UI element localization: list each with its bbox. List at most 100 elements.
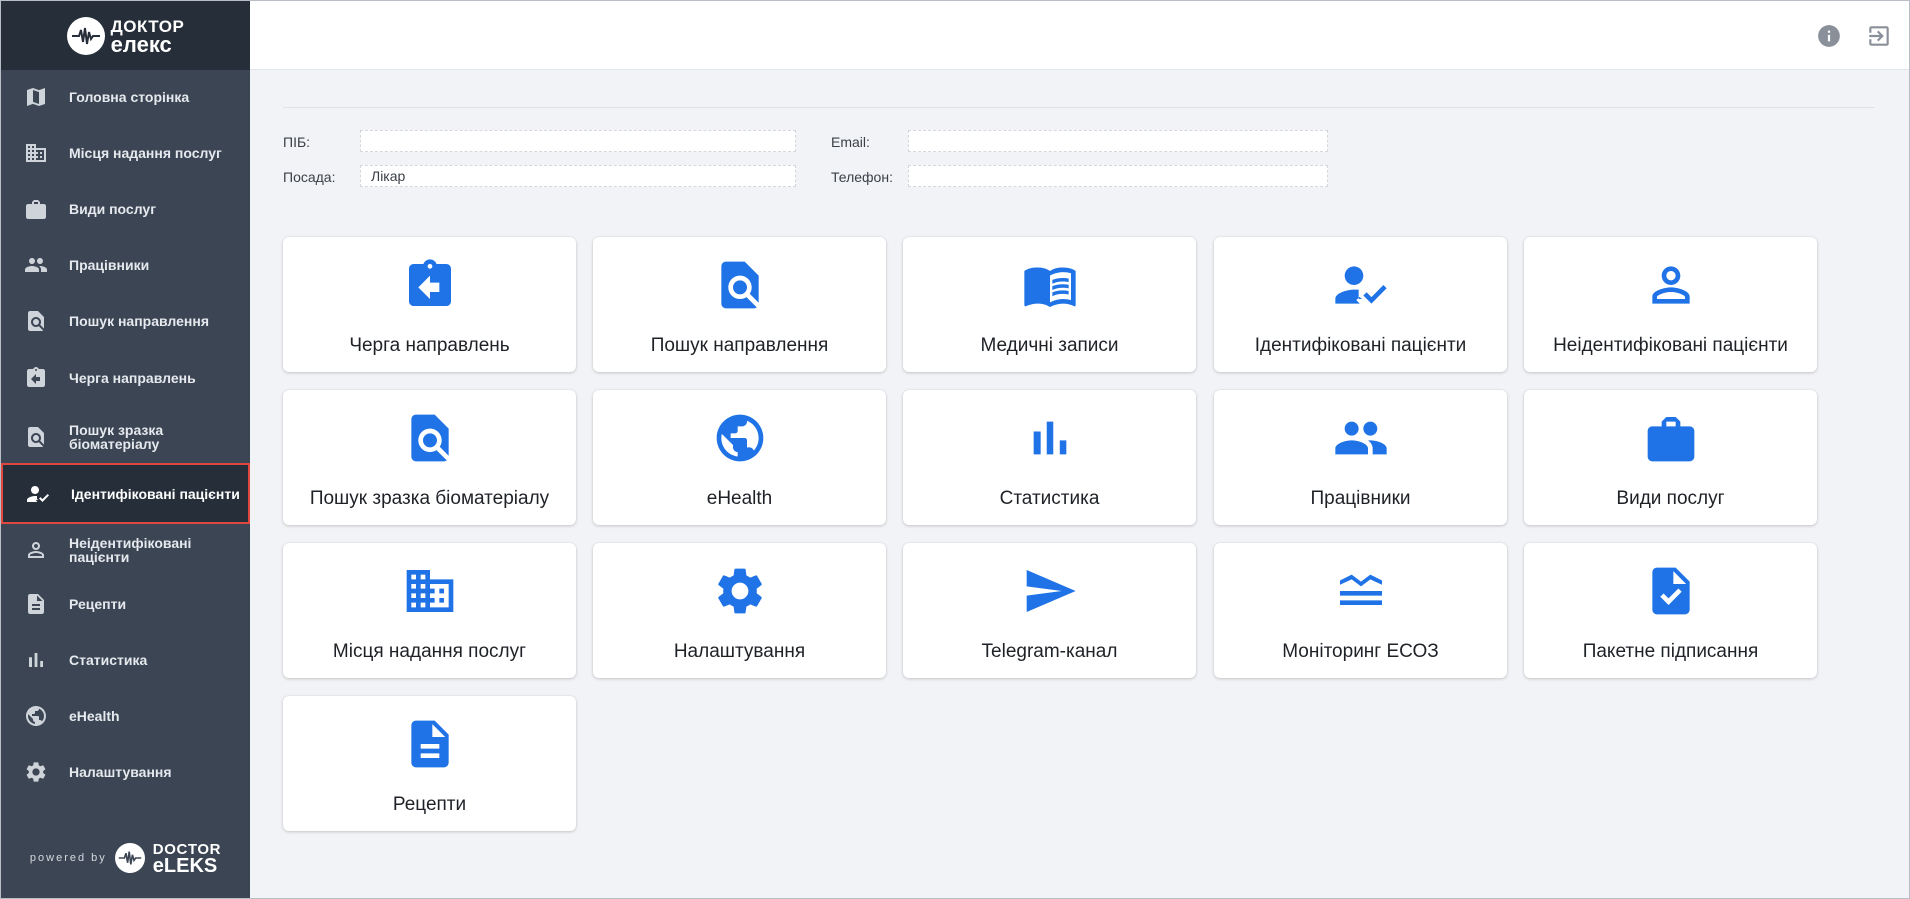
phone-field[interactable] xyxy=(908,165,1328,187)
tile-prescriptions[interactable]: Рецепти xyxy=(283,696,576,831)
person-check-icon xyxy=(1333,257,1389,313)
position-label: Посада: xyxy=(283,169,336,185)
position-field[interactable] xyxy=(360,165,796,187)
tile-label: Місця надання послуг xyxy=(332,641,527,662)
sidebar-item-label: Черга направлень xyxy=(69,370,196,386)
sidebar-item-label: Неідентифіковані пацієнти xyxy=(69,535,192,565)
tile-unidentified-patients[interactable]: Неідентифіковані пацієнти xyxy=(1524,237,1817,372)
globe-icon xyxy=(712,410,768,466)
sidebar-item-label: Пошук направлення xyxy=(69,313,209,329)
tile-esoz-monitoring[interactable]: Моніторинг ЕСОЗ xyxy=(1214,543,1507,678)
logout-icon[interactable] xyxy=(1866,23,1892,49)
powered-by: powered by DOCTOR eLEKS xyxy=(1,842,250,877)
logo-text: ДОКТОР елекс xyxy=(110,17,185,57)
tile-referral-queue[interactable]: Черга направлень xyxy=(283,237,576,372)
bar-chart-icon xyxy=(24,648,48,672)
tile-label: Медичні записи xyxy=(980,335,1119,356)
sidebar-item-service-locations[interactable]: Місця надання послуг xyxy=(1,133,250,173)
sidebar-item-service-types[interactable]: Види послуг xyxy=(1,189,250,229)
tile-referral-search[interactable]: Пошук направлення xyxy=(593,237,886,372)
logo-line-2: елекс xyxy=(110,31,172,57)
sidebar-item-identified-patients[interactable]: Ідентифіковані пацієнти xyxy=(1,463,250,524)
powered-by-text: powered by xyxy=(29,852,107,864)
search-document-icon xyxy=(712,257,768,313)
open-book-icon xyxy=(1022,257,1078,313)
sidebar-item-settings[interactable]: Налаштування xyxy=(1,752,250,792)
tile-label: Неідентифіковані пацієнти xyxy=(1553,335,1788,356)
tile-label: Ідентифіковані пацієнти xyxy=(1254,335,1467,356)
briefcase-icon xyxy=(24,197,48,221)
tile-label: Пошук зразка біоматеріалу xyxy=(309,488,550,509)
tile-label: Рецепти xyxy=(392,794,467,815)
tile-service-types[interactable]: Види послуг xyxy=(1524,390,1817,525)
email-field[interactable] xyxy=(908,130,1328,152)
sidebar-item-referral-search[interactable]: Пошук направлення xyxy=(1,301,250,341)
tile-label: Пакетне підписання xyxy=(1582,641,1759,662)
name-field[interactable] xyxy=(360,130,796,152)
sidebar-item-label: Місця надання послуг xyxy=(69,145,222,161)
sidebar-item-biomaterial-search[interactable]: Пошук зразка біоматеріалу xyxy=(1,415,250,459)
info-icon[interactable] xyxy=(1816,23,1842,49)
sidebar-item-ehealth[interactable]: eHealth xyxy=(1,696,250,736)
search-document-icon xyxy=(24,425,48,449)
tile-label: Види послуг xyxy=(1616,488,1725,509)
tile-ehealth[interactable]: eHealth xyxy=(593,390,886,525)
briefcase-icon xyxy=(1643,410,1699,466)
tile-statistics[interactable]: Статистика xyxy=(903,390,1196,525)
sidebar-item-label: eHealth xyxy=(69,708,120,724)
search-document-icon xyxy=(24,309,48,333)
building-icon xyxy=(24,141,48,165)
sidebar-item-referral-queue[interactable]: Черга направлень xyxy=(1,358,250,398)
send-icon xyxy=(1022,563,1078,619)
tile-employees[interactable]: Працівники xyxy=(1214,390,1507,525)
people-icon xyxy=(24,253,48,277)
sidebar-item-prescriptions[interactable]: Рецепти xyxy=(1,584,250,624)
tile-medical-records[interactable]: Медичні записи xyxy=(903,237,1196,372)
bar-chart-icon xyxy=(1022,410,1078,466)
phone-label: Телефон: xyxy=(831,169,893,185)
gear-icon xyxy=(24,760,48,784)
powered-brand-line-2: eLEKS xyxy=(152,855,218,877)
tile-telegram-channel[interactable]: Telegram-канал xyxy=(903,543,1196,678)
tile-service-locations[interactable]: Місця надання послуг xyxy=(283,543,576,678)
person-outline-icon xyxy=(1643,257,1699,313)
clipboard-arrow-icon xyxy=(24,366,48,390)
sidebar-item-home[interactable]: Головна сторінка xyxy=(1,77,250,117)
sidebar-item-unidentified-patients[interactable]: Неідентифіковані пацієнти xyxy=(1,528,250,572)
logo[interactable]: ДОКТОР елекс xyxy=(1,1,250,70)
document-icon xyxy=(24,592,48,616)
tile-settings[interactable]: Налаштування xyxy=(593,543,886,678)
top-bar xyxy=(250,1,1909,70)
tile-label: eHealth xyxy=(706,488,773,509)
search-document-icon xyxy=(402,410,458,466)
sidebar-item-employees[interactable]: Працівники xyxy=(1,245,250,285)
sidebar: ДОКТОР елекс Головна сторінка Місця нада… xyxy=(1,1,250,898)
sidebar-item-label: Ідентифіковані пацієнти xyxy=(71,485,240,502)
clipboard-arrow-icon xyxy=(402,257,458,313)
sidebar-item-label: Налаштування xyxy=(69,764,172,780)
tile-batch-signing[interactable]: Пакетне підписання xyxy=(1524,543,1817,678)
logo-mark-icon xyxy=(66,16,105,55)
building-icon xyxy=(402,563,458,619)
sidebar-item-label: Працівники xyxy=(69,257,150,273)
sidebar-item-label: Пошук зразка біоматеріалу xyxy=(69,422,164,452)
tile-label: Черга направлень xyxy=(349,335,510,356)
tile-biomaterial-search[interactable]: Пошук зразка біоматеріалу xyxy=(283,390,576,525)
sidebar-item-label: Рецепти xyxy=(69,596,127,612)
tile-identified-patients[interactable]: Ідентифіковані пацієнти xyxy=(1214,237,1507,372)
sidebar-item-label: Статистика xyxy=(69,652,148,668)
map-icon xyxy=(24,85,48,109)
globe-icon xyxy=(24,704,48,728)
tile-label: Моніторинг ЕСОЗ xyxy=(1282,641,1439,662)
powered-brand: DOCTOR eLEKS xyxy=(152,842,221,877)
person-outline-icon xyxy=(24,538,48,562)
sidebar-item-label: Головна сторінка xyxy=(69,89,190,105)
sidebar-item-label: Види послуг xyxy=(69,201,157,217)
tile-label: Статистика xyxy=(999,488,1100,509)
gear-icon xyxy=(712,563,768,619)
person-check-icon xyxy=(26,482,50,506)
tile-label: Налаштування xyxy=(673,641,806,662)
name-label: ПІБ: xyxy=(283,134,311,150)
monitoring-icon xyxy=(1333,563,1389,619)
sidebar-item-statistics[interactable]: Статистика xyxy=(1,640,250,680)
